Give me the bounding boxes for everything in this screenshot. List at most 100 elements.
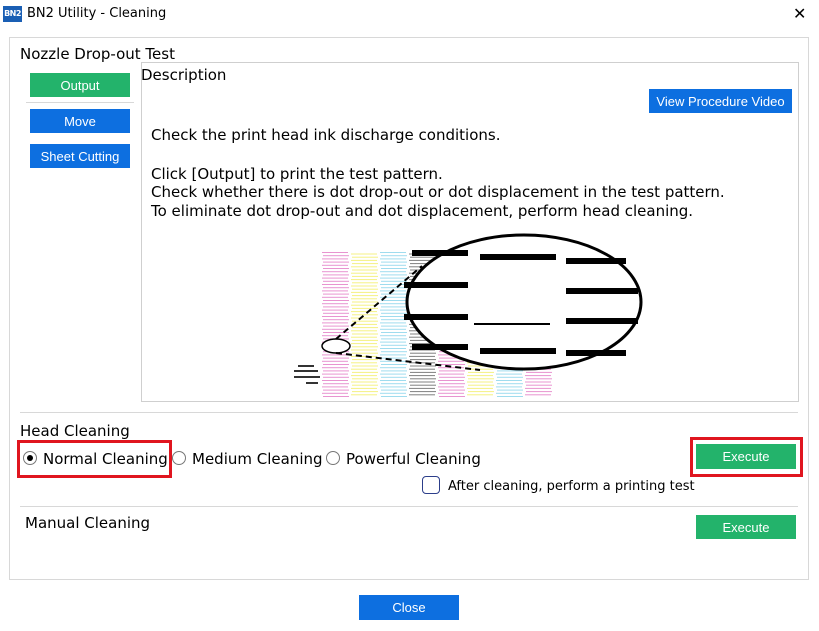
pattern-line xyxy=(467,387,493,389)
pattern-line xyxy=(468,378,494,380)
normal-cleaning-radio[interactable] xyxy=(23,451,37,465)
sheet-cutting-button[interactable]: Sheet Cutting xyxy=(30,144,130,168)
pattern-line xyxy=(410,378,436,380)
pattern-line xyxy=(525,375,551,377)
pattern-line xyxy=(380,303,406,305)
normal-cleaning-label[interactable]: Normal Cleaning xyxy=(43,450,168,468)
pattern-line xyxy=(323,268,349,269)
pattern-line xyxy=(323,255,349,257)
pattern-line xyxy=(322,367,348,369)
pattern-line xyxy=(322,277,348,279)
pattern-line xyxy=(381,312,407,314)
pattern-line xyxy=(409,355,435,357)
window-title: BN2 Utility - Cleaning xyxy=(27,6,167,21)
close-icon[interactable]: ✕ xyxy=(793,4,806,23)
pattern-line xyxy=(351,272,377,274)
pattern-line xyxy=(323,357,349,359)
pattern-line xyxy=(380,328,406,330)
pattern-line xyxy=(322,296,348,298)
pattern-line xyxy=(351,343,377,345)
pattern-line xyxy=(380,309,406,311)
manual-cleaning-execute-button[interactable]: Execute xyxy=(696,515,796,539)
pattern-line xyxy=(438,360,464,362)
pattern-line xyxy=(322,380,348,381)
pattern-line xyxy=(351,304,377,306)
zoom-source-ellipse xyxy=(321,338,351,354)
pattern-line xyxy=(322,284,348,285)
pattern-line xyxy=(381,306,407,308)
pattern-line xyxy=(381,357,407,359)
pattern-line xyxy=(381,383,407,385)
pattern-line xyxy=(380,341,406,343)
pattern-line xyxy=(352,339,378,341)
pattern-line xyxy=(323,280,349,282)
pattern-line xyxy=(323,396,349,397)
pattern-line xyxy=(381,396,407,397)
after-cleaning-checkbox[interactable] xyxy=(422,476,440,494)
pattern-line xyxy=(525,387,551,389)
pattern-line xyxy=(351,368,377,370)
after-cleaning-label[interactable]: After cleaning, perform a printing test xyxy=(448,479,695,494)
pattern-line xyxy=(381,338,407,340)
pattern-line xyxy=(322,386,348,388)
pattern-line xyxy=(323,389,349,391)
pattern-line xyxy=(467,394,493,396)
pattern-line xyxy=(322,264,348,266)
pattern-line xyxy=(351,362,377,364)
pattern-line xyxy=(352,301,378,303)
pattern-line xyxy=(322,303,348,305)
pattern-line xyxy=(381,364,407,365)
pattern-line xyxy=(410,359,436,361)
powerful-cleaning-radio[interactable] xyxy=(326,451,340,465)
pattern-line xyxy=(322,271,348,273)
pattern-line xyxy=(381,287,407,289)
pattern-line xyxy=(351,311,377,313)
pattern-line xyxy=(352,346,378,348)
pattern-line xyxy=(323,274,349,276)
pattern-line xyxy=(409,387,435,389)
pattern-line xyxy=(497,370,523,372)
pattern-line xyxy=(352,263,378,265)
pattern-line xyxy=(322,335,348,337)
head-cleaning-execute-button[interactable]: Execute xyxy=(696,444,796,469)
pattern-line xyxy=(381,293,407,295)
pattern-line xyxy=(496,373,522,375)
pattern-line xyxy=(380,348,406,349)
pattern-line xyxy=(323,376,349,378)
pattern-line xyxy=(352,327,378,329)
pattern-line xyxy=(380,392,406,394)
pattern-line xyxy=(323,325,349,327)
pattern-line xyxy=(526,384,552,386)
pattern-line xyxy=(323,319,349,321)
pattern-line xyxy=(351,259,377,261)
move-button[interactable]: Move xyxy=(30,109,130,133)
pattern-line xyxy=(381,261,407,263)
pattern-line xyxy=(351,330,377,332)
description-heading: Description xyxy=(141,66,227,84)
manual-cleaning-title: Manual Cleaning xyxy=(25,514,151,532)
view-procedure-video-button[interactable]: View Procedure Video xyxy=(649,89,792,113)
pattern-line xyxy=(467,375,493,377)
pattern-line xyxy=(410,371,436,373)
pattern-line xyxy=(381,255,407,257)
pattern-line xyxy=(352,320,378,322)
close-button[interactable]: Close xyxy=(359,595,459,620)
pattern-line xyxy=(438,380,464,381)
pattern-line xyxy=(381,370,407,372)
pattern-line xyxy=(323,306,349,308)
pattern-line xyxy=(380,360,406,362)
pattern-line xyxy=(526,371,552,373)
medium-cleaning-radio[interactable] xyxy=(172,451,186,465)
pattern-line xyxy=(380,373,406,375)
pattern-line xyxy=(381,332,407,333)
pattern-line xyxy=(410,384,436,386)
pattern-line xyxy=(352,275,378,277)
medium-cleaning-label[interactable]: Medium Cleaning xyxy=(192,450,323,468)
pattern-line xyxy=(351,317,377,319)
pattern-line xyxy=(351,387,377,389)
pattern-line xyxy=(322,392,348,394)
powerful-cleaning-label[interactable]: Powerful Cleaning xyxy=(346,450,481,468)
output-button[interactable]: Output xyxy=(30,73,130,97)
pattern-line xyxy=(351,349,377,351)
pattern-line xyxy=(380,380,406,381)
